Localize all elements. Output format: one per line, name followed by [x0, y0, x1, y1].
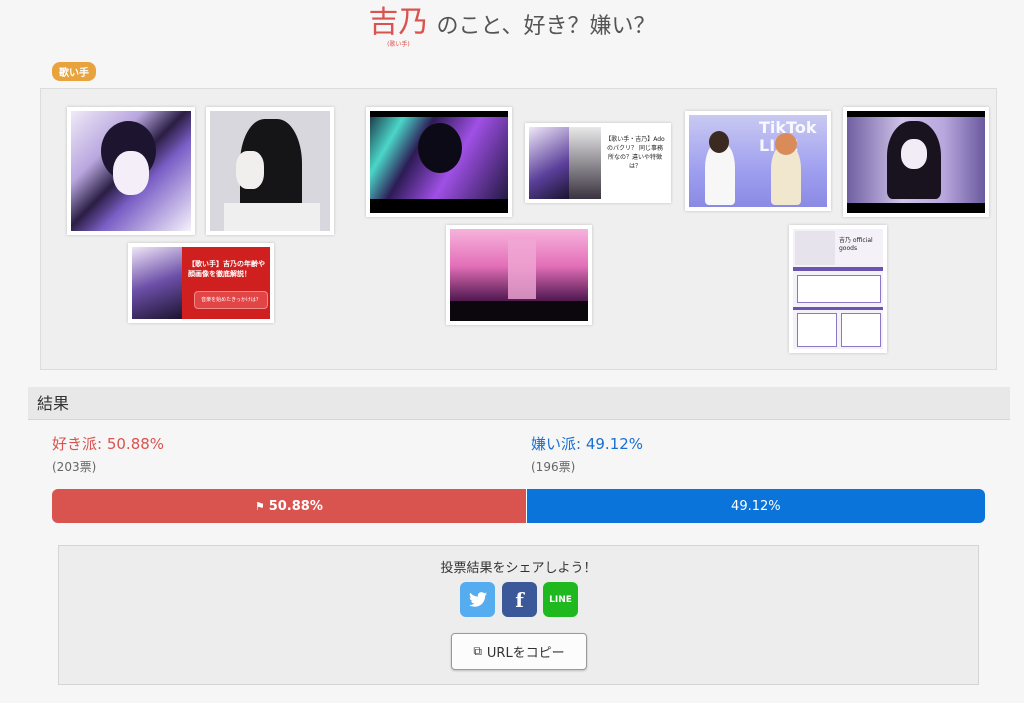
gallery-image-9[interactable]: 吉乃 official goods	[789, 225, 887, 353]
gallery-image-1[interactable]	[67, 107, 195, 235]
subject-ruby: (歌い手)	[387, 41, 410, 48]
dislike-bar-segment: 49.12%	[526, 489, 985, 523]
thumb3-button: 音楽を始めたきっかけは？	[194, 291, 268, 309]
thumb8-caption: 吉乃 official goods	[839, 237, 873, 252]
dislike-percent: 49.12%	[585, 435, 644, 453]
dislike-stat: 嫌い派: 49.12%	[531, 435, 644, 453]
copy-icon: ⧉	[473, 644, 482, 658]
page-title: 吉乃 (歌い手) のこと、好き？嫌い？	[0, 5, 1024, 49]
twitter-share-button[interactable]	[460, 582, 495, 617]
result-progress-bar: ⚑ 50.88% 49.12%	[52, 489, 985, 523]
category-tag[interactable]: 歌い手	[52, 62, 96, 81]
results-header: 結果	[28, 387, 1010, 420]
like-votes: (203票)	[52, 460, 97, 474]
like-label: 好き派	[52, 435, 98, 453]
dislike-votes: (196票)	[531, 460, 576, 474]
gallery-image-8[interactable]	[446, 225, 592, 325]
gallery-image-3[interactable]: 【歌い手】吉乃の年齢や顔画像を徹底解説！ 音楽を始めたきっかけは？	[128, 243, 274, 323]
like-bar-segment: ⚑ 50.88%	[52, 489, 527, 523]
copy-url-button[interactable]: ⧉ URLをコピー	[451, 633, 587, 670]
like-percent: 50.88%	[106, 435, 165, 453]
twitter-icon	[468, 592, 487, 607]
facebook-icon: f	[515, 587, 524, 612]
dislike-bar-label: 49.12%	[731, 498, 781, 514]
facebook-share-button[interactable]: f	[502, 582, 537, 617]
gallery-image-6[interactable]: TikTok LIVE	[685, 111, 831, 211]
gallery-image-7[interactable]	[843, 107, 989, 217]
title-question: のこと、好き？嫌い？	[436, 14, 656, 39]
dislike-label: 嫌い派	[531, 435, 577, 453]
share-panel: 投票結果をシェアしよう！ f LINE ⧉ URLをコピー	[58, 545, 979, 685]
line-share-button[interactable]: LINE	[543, 582, 578, 617]
image-gallery: 【歌い手】吉乃の年齢や顔画像を徹底解説！ 音楽を始めたきっかけは？ 【歌い手・吉…	[40, 88, 997, 370]
gallery-image-2[interactable]	[206, 107, 334, 235]
gallery-image-5[interactable]: 【歌い手・吉乃】Adoのパクリ？ 同じ事務所なの？違いや特徴は？	[525, 123, 671, 203]
line-label: LINE	[549, 594, 572, 605]
subject-name: 吉乃	[368, 5, 429, 40]
thumb3-caption: 【歌い手】吉乃の年齢や顔画像を徹底解説！	[188, 260, 265, 278]
like-bar-label: 50.88%	[268, 498, 323, 514]
flag-icon: ⚑	[254, 499, 265, 513]
gallery-image-4[interactable]	[366, 107, 512, 217]
copy-url-label: URLをコピー	[486, 646, 565, 661]
like-stat: 好き派: 50.88%	[52, 435, 165, 453]
share-prompt: 投票結果をシェアしよう！	[440, 561, 597, 576]
thumb5-caption: 【歌い手・吉乃】Adoのパクリ？ 同じ事務所なの？違いや特徴は？	[605, 136, 665, 170]
